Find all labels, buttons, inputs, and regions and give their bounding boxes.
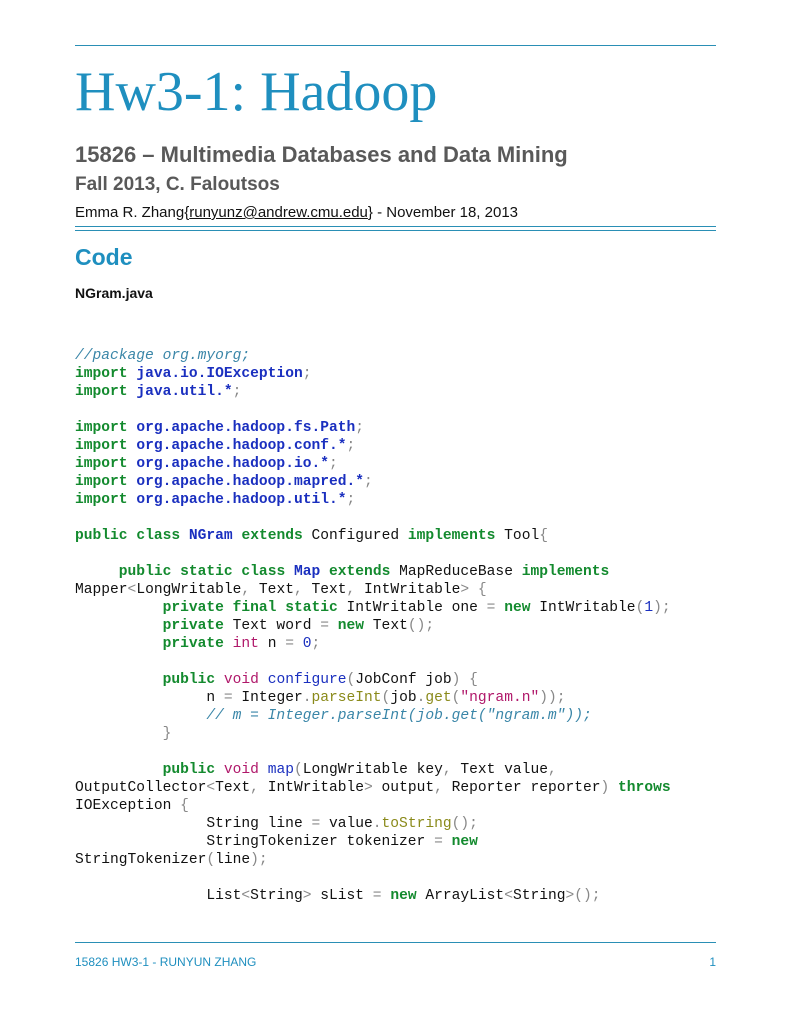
code-punct: ; — [328, 456, 338, 472]
code-line: private Text word = new Text(); — [162, 618, 435, 634]
header-top-rule — [75, 45, 716, 46]
code-punct: ; — [232, 384, 242, 400]
code-import-path: org.apache.hadoop.util.* — [136, 492, 347, 508]
term-line: Fall 2013, C. Faloutsos — [75, 174, 280, 195]
code-punct: ; — [355, 420, 365, 436]
code-import-path: org.apache.hadoop.conf.* — [136, 438, 347, 454]
code-comment: //package org.myorg; — [75, 348, 251, 364]
code-punct: ; — [346, 438, 356, 454]
code-import-path: java.util.* — [136, 384, 233, 400]
footer-running-head: 15826 HW3-1 - RUNYUN ZHANG — [75, 955, 257, 969]
author-date: - November 18, 2013 — [372, 204, 518, 221]
footer-rule — [75, 942, 716, 943]
author-line: Emma R. Zhang{runyunz@andrew.cmu.edu} - … — [75, 204, 518, 221]
page-number: 1 — [709, 955, 716, 969]
code-line: import org.apache.hadoop.fs.Path; — [75, 419, 725, 437]
code-line: import org.apache.hadoop.io.*; — [75, 455, 725, 473]
author-name: Emma R. Zhang — [75, 204, 185, 221]
code-line: String line = value.toString(); — [75, 816, 478, 832]
code-line: n = Integer.parseInt(job.get("ngram.n"))… — [75, 690, 566, 706]
code-punct: ; — [302, 366, 312, 382]
header-double-rule — [75, 226, 716, 231]
code-punct: ; — [364, 474, 373, 490]
code-line: IOException { — [75, 798, 189, 814]
course-title: 15826 – Multimedia Databases and Data Mi… — [75, 142, 568, 167]
code-line: import org.apache.hadoop.util.*; — [75, 491, 725, 509]
code-line: import java.util.*; — [75, 383, 725, 401]
code-line: StringTokenizer tokenizer = new — [75, 834, 478, 850]
code-line: OutputCollector<Text, IntWritable> outpu… — [75, 780, 671, 796]
code-line: import org.apache.hadoop.mapred.*; — [75, 473, 725, 491]
code-line: public void configure(JobConf job) { — [162, 672, 478, 688]
code-line: //package org.myorg; — [75, 347, 725, 365]
code-block: //package org.myorg; import java.io.IOExc… — [75, 347, 725, 905]
code-keyword: import — [75, 438, 128, 454]
code-import-path: org.apache.hadoop.mapred.* — [136, 474, 365, 490]
code-line: Mapper<LongWritable, Text, Text, IntWrit… — [75, 582, 487, 598]
code-import-path: org.apache.hadoop.io.* — [136, 456, 329, 472]
code-line: private int n = 0; — [162, 636, 321, 652]
code-line: import java.io.IOException; — [75, 365, 725, 383]
file-name: NGram.java — [75, 285, 153, 301]
code-line: // m = Integer.parseInt(job.get("ngram.m… — [206, 708, 592, 724]
code-line: import org.apache.hadoop.conf.*; — [75, 437, 725, 455]
code-keyword: import — [75, 492, 128, 508]
section-heading: Code — [75, 244, 133, 270]
code-line: StringTokenizer(line); — [75, 852, 268, 868]
code-line: } — [162, 726, 172, 742]
author-email-link[interactable]: runyunz@andrew.cmu.edu — [189, 204, 368, 221]
code-keyword: import — [75, 384, 128, 400]
code-line: public void map(LongWritable key, Text v… — [162, 762, 557, 778]
document-title: Hw3-1: Hadoop — [75, 61, 438, 123]
code-line: List<String> sList = new ArrayList<Strin… — [75, 888, 601, 904]
code-line: private final static IntWritable one = n… — [162, 600, 671, 616]
code-keyword: import — [75, 456, 128, 472]
code-import-path: java.io.IOException — [136, 366, 303, 382]
code-line: public class NGram extends Configured im… — [75, 528, 548, 544]
code-import-path: org.apache.hadoop.fs.Path — [136, 420, 356, 436]
code-line: public static class Map extends MapReduc… — [118, 564, 610, 580]
code-keyword: import — [75, 420, 128, 436]
code-keyword: import — [75, 366, 128, 382]
code-keyword: import — [75, 474, 128, 490]
code-punct: ; — [346, 492, 356, 508]
